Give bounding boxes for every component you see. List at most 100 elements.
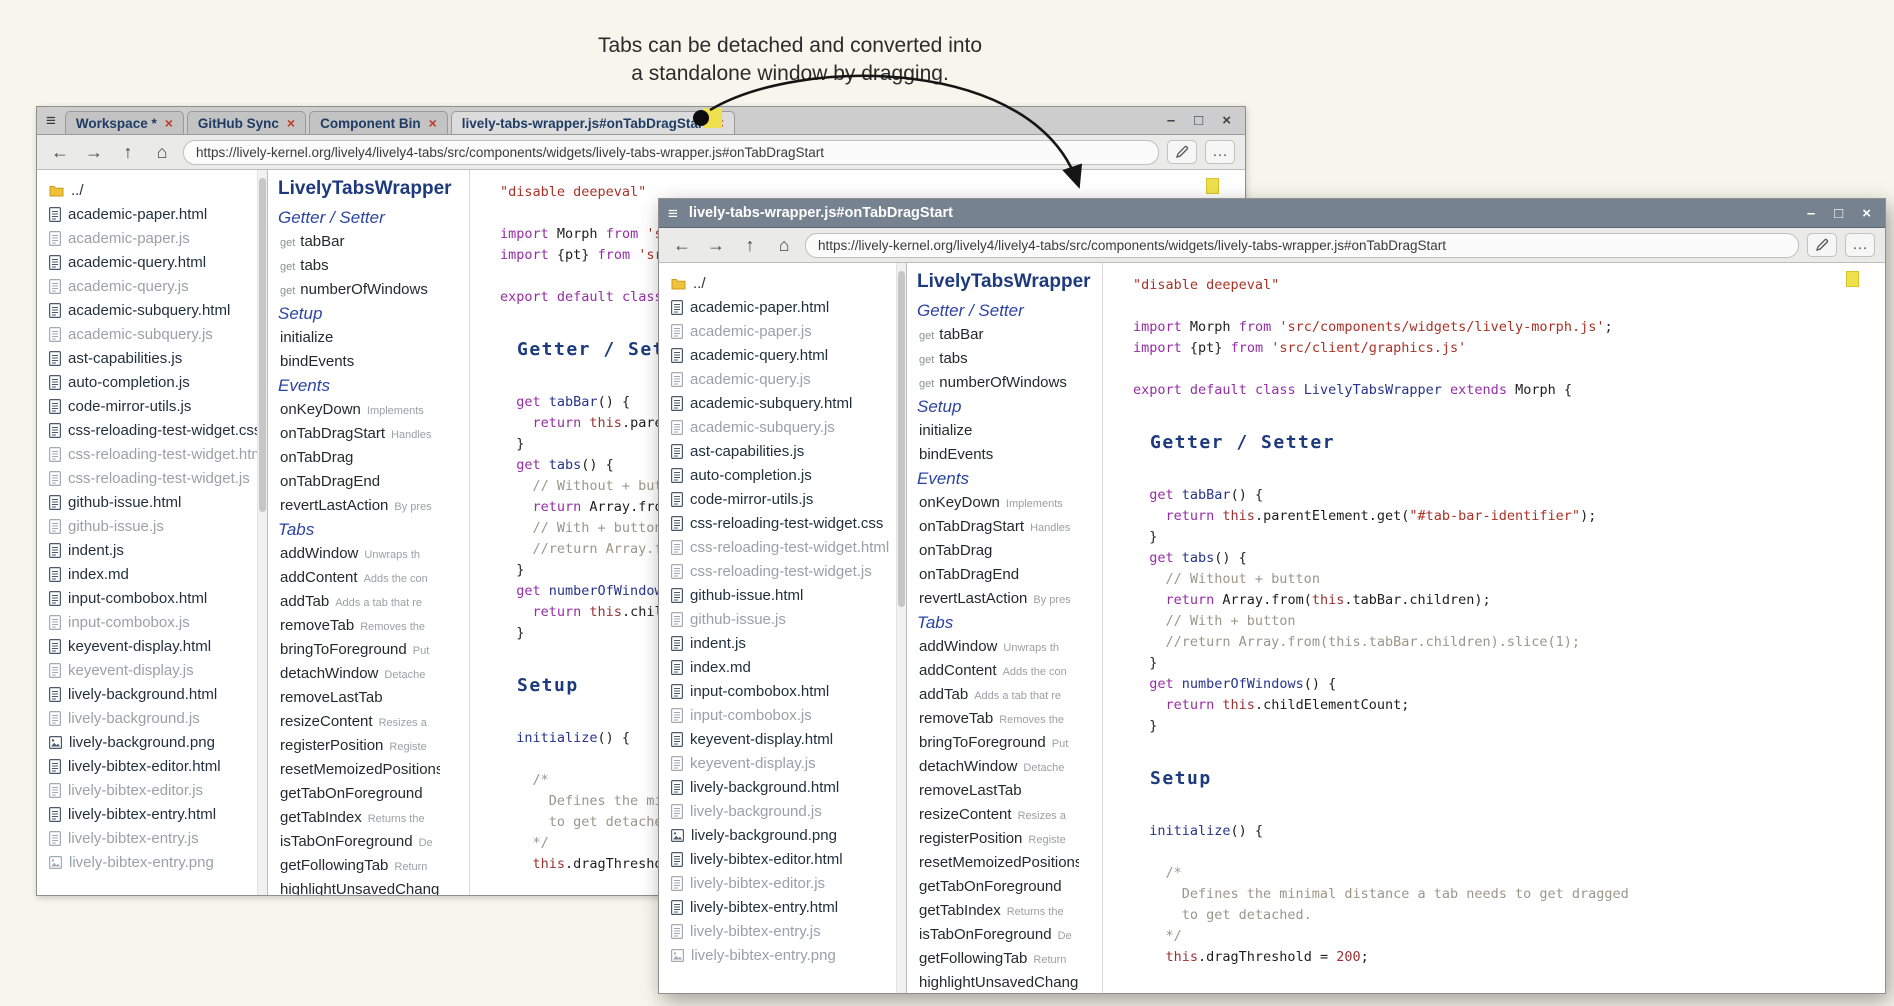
outline-item[interactable]: bringToForegroundPut bbox=[917, 731, 1079, 755]
menu-icon[interactable]: ≡ bbox=[37, 112, 65, 129]
outline-item[interactable]: removeTabRemoves the bbox=[917, 707, 1079, 731]
file-item[interactable]: ast-capabilities.js bbox=[37, 346, 267, 370]
up-button[interactable]: ↑ bbox=[115, 139, 141, 165]
file-item[interactable]: lively-background.html bbox=[37, 682, 267, 706]
file-item[interactable]: github-issue.js bbox=[37, 514, 267, 538]
outline-item[interactable]: registerPositionRegiste bbox=[278, 734, 440, 758]
file-item[interactable]: css-reloading-test-widget.js bbox=[659, 559, 906, 583]
file-item[interactable]: input-combobox.html bbox=[659, 679, 906, 703]
outline-item[interactable]: onTabDragEnd bbox=[917, 563, 1079, 587]
file-item[interactable]: academic-query.html bbox=[659, 343, 906, 367]
outline-item[interactable]: registerPositionRegiste bbox=[917, 827, 1079, 851]
file-item[interactable]: academic-paper.js bbox=[37, 226, 267, 250]
outline-item[interactable]: isTabOnForegroundDe bbox=[917, 923, 1079, 947]
titlebar[interactable]: ≡ Workspace * × GitHub Sync × Component … bbox=[37, 107, 1245, 135]
outline-item[interactable]: addTabAdds a tab that re bbox=[278, 590, 440, 614]
outline-section[interactable]: Getter / Setter bbox=[278, 206, 438, 230]
outline-item[interactable]: bindEvents bbox=[278, 350, 440, 374]
file-item[interactable]: index.md bbox=[659, 655, 906, 679]
file-item[interactable]: lively-background.js bbox=[659, 799, 906, 823]
scrollbar-thumb[interactable] bbox=[259, 178, 266, 512]
file-item[interactable]: academic-paper.js bbox=[659, 319, 906, 343]
file-item[interactable]: lively-bibtex-entry.png bbox=[659, 943, 906, 967]
file-item[interactable]: academic-subquery.html bbox=[659, 391, 906, 415]
file-item[interactable]: github-issue.js bbox=[659, 607, 906, 631]
file-item[interactable]: lively-background.js bbox=[37, 706, 267, 730]
file-item[interactable]: ../ bbox=[37, 178, 267, 202]
outline-item[interactable]: getFollowingTabReturn bbox=[917, 947, 1079, 971]
outline-section[interactable]: Setup bbox=[278, 302, 438, 326]
outline-item[interactable]: highlightUnsavedChanges bbox=[917, 971, 1079, 993]
file-item[interactable]: academic-subquery.js bbox=[659, 415, 906, 439]
home-button[interactable]: ⌂ bbox=[149, 139, 175, 165]
file-item[interactable]: academic-paper.html bbox=[37, 202, 267, 226]
outline-item[interactable]: getTabOnForeground bbox=[917, 875, 1079, 899]
outline-item[interactable]: addWindowUnwraps th bbox=[278, 542, 440, 566]
file-item[interactable]: github-issue.html bbox=[659, 583, 906, 607]
titlebar[interactable]: ≡ lively-tabs-wrapper.js#onTabDragStart … bbox=[659, 199, 1885, 228]
file-item[interactable]: code-mirror-utils.js bbox=[37, 394, 267, 418]
outline-item[interactable]: removeLastTab bbox=[917, 779, 1079, 803]
file-list-scrollbar[interactable] bbox=[257, 170, 267, 895]
outline-item[interactable]: onTabDragStartHandles bbox=[278, 422, 440, 446]
close-button[interactable]: × bbox=[1862, 206, 1871, 221]
outline-item[interactable]: onKeyDownImplements bbox=[278, 398, 440, 422]
minimize-button[interactable]: – bbox=[1167, 113, 1175, 128]
outline-item[interactable]: onKeyDownImplements bbox=[917, 491, 1079, 515]
outline-item[interactable]: addContentAdds the con bbox=[917, 659, 1079, 683]
outline-section[interactable]: Events bbox=[278, 374, 438, 398]
back-button[interactable]: ← bbox=[669, 232, 695, 258]
file-item[interactable]: academic-subquery.js bbox=[37, 322, 267, 346]
more-options-button[interactable]: … bbox=[1205, 140, 1235, 164]
tab-component-bin[interactable]: Component Bin × bbox=[309, 111, 448, 134]
file-item[interactable]: github-issue.html bbox=[37, 490, 267, 514]
outline-item[interactable]: resetMemoizedPositions bbox=[917, 851, 1079, 875]
file-item[interactable]: lively-bibtex-editor.js bbox=[659, 871, 906, 895]
outline-item[interactable]: addContentAdds the con bbox=[278, 566, 440, 590]
edit-url-button[interactable] bbox=[1167, 140, 1197, 164]
outline-item[interactable]: addWindowUnwraps th bbox=[917, 635, 1079, 659]
file-item[interactable]: academic-query.html bbox=[37, 250, 267, 274]
outline-item[interactable]: getTabOnForeground bbox=[278, 782, 440, 806]
outline-section[interactable]: Getter / Setter bbox=[917, 299, 1077, 323]
outline-item[interactable]: gettabBar bbox=[917, 323, 1079, 347]
outline-item[interactable]: gettabBar bbox=[278, 230, 440, 254]
outline-item[interactable]: gettabs bbox=[917, 347, 1079, 371]
home-button[interactable]: ⌂ bbox=[771, 232, 797, 258]
outline-item[interactable]: resizeContentResizes a bbox=[278, 710, 440, 734]
file-item[interactable]: lively-bibtex-editor.html bbox=[659, 847, 906, 871]
outline-item[interactable]: getTabIndexReturns the bbox=[917, 899, 1079, 923]
file-item[interactable]: css-reloading-test-widget.css bbox=[37, 418, 267, 442]
outline-item[interactable]: bindEvents bbox=[917, 443, 1079, 467]
outline-item[interactable]: initialize bbox=[278, 326, 440, 350]
outline-item[interactable]: removeLastTab bbox=[278, 686, 440, 710]
outline-item[interactable]: bringToForegroundPut bbox=[278, 638, 440, 662]
outline-item[interactable]: addTabAdds a tab that re bbox=[917, 683, 1079, 707]
tab-close-icon[interactable]: × bbox=[287, 116, 295, 130]
tab-close-icon[interactable]: × bbox=[165, 116, 173, 130]
file-item[interactable]: input-combobox.html bbox=[37, 586, 267, 610]
file-item[interactable]: lively-bibtex-entry.png bbox=[37, 850, 267, 874]
file-item[interactable]: lively-bibtex-editor.js bbox=[37, 778, 267, 802]
file-item[interactable]: index.md bbox=[37, 562, 267, 586]
url-input[interactable] bbox=[805, 233, 1799, 258]
file-item[interactable]: lively-background.png bbox=[37, 730, 267, 754]
file-item[interactable]: indent.js bbox=[659, 631, 906, 655]
outline-item[interactable]: getnumberOfWindows bbox=[278, 278, 440, 302]
file-item[interactable]: ../ bbox=[659, 271, 906, 295]
file-item[interactable]: keyevent-display.html bbox=[659, 727, 906, 751]
outline-item[interactable]: revertLastActionBy pres bbox=[278, 494, 440, 518]
file-item[interactable]: lively-bibtex-entry.js bbox=[37, 826, 267, 850]
outline-item[interactable]: removeTabRemoves the bbox=[278, 614, 440, 638]
file-item[interactable]: lively-background.png bbox=[659, 823, 906, 847]
outline-item[interactable]: gettabs bbox=[278, 254, 440, 278]
outline-item[interactable]: revertLastActionBy pres bbox=[917, 587, 1079, 611]
file-item[interactable]: academic-query.js bbox=[37, 274, 267, 298]
tab-lively-tabs-wrapper[interactable]: lively-tabs-wrapper.js#onTabDragStart × bbox=[451, 111, 735, 134]
file-item[interactable]: indent.js bbox=[37, 538, 267, 562]
edit-url-button[interactable] bbox=[1807, 233, 1837, 257]
outline-item[interactable]: onTabDragEnd bbox=[278, 470, 440, 494]
annotation-marker[interactable] bbox=[1846, 271, 1859, 287]
outline-section[interactable]: Events bbox=[917, 467, 1077, 491]
more-options-button[interactable]: … bbox=[1845, 233, 1875, 257]
